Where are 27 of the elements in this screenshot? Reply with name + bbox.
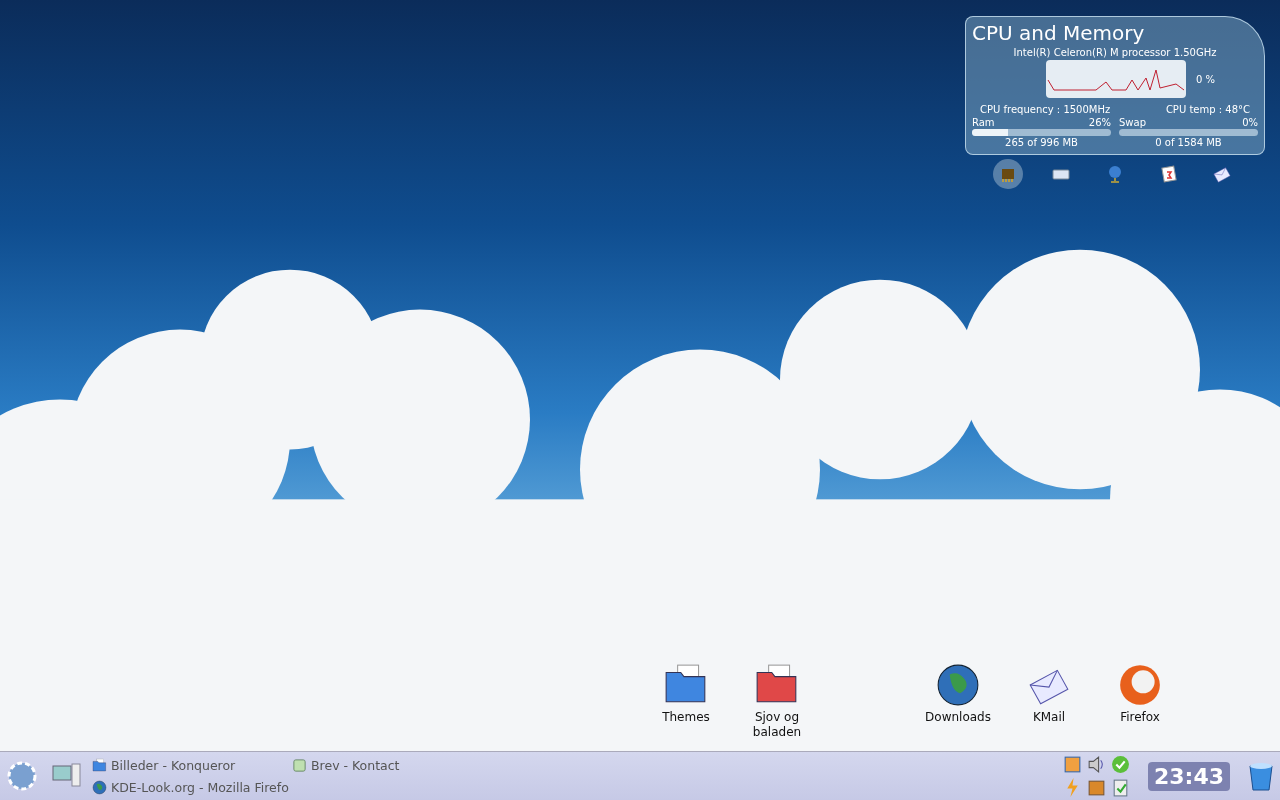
- desktop-icon-label[interactable]: Firefox: [1105, 710, 1175, 725]
- cpu-load: 0 %: [1196, 73, 1216, 85]
- desktop-icon-label[interactable]: KMail: [1014, 710, 1084, 725]
- trash-icon[interactable]: [1246, 760, 1276, 792]
- globe-icon: [92, 779, 107, 795]
- desktop-icon-label[interactable]: Sjov og baladen: [742, 710, 812, 740]
- meter-label: Swap: [1119, 117, 1146, 128]
- desktop-icon-label[interactable]: Themes: [651, 710, 721, 725]
- meter-percent: 26%: [1088, 117, 1111, 128]
- clock: 23:43: [1147, 761, 1230, 791]
- calendar-icon: [1158, 164, 1179, 184]
- task-button[interactable]: KDE-Look.org - Mozilla Firefo: [92, 776, 292, 798]
- globe-icon: [935, 662, 981, 708]
- task-button[interactable]: Billeder - Konqueror: [92, 754, 292, 776]
- widget-title: CPU and Memory: [972, 21, 1146, 45]
- meter-percent: 0%: [1242, 117, 1258, 128]
- check-icon: [1109, 754, 1131, 775]
- meter-detail: 265 of 996 MB: [1004, 137, 1079, 148]
- cpu-temperature: CPU temp : 48°C: [1165, 104, 1250, 115]
- envelope-icon: [1212, 164, 1233, 184]
- task-button[interactable]: Brev - Kontact: [292, 754, 492, 776]
- meter-label: Ram: [972, 117, 995, 128]
- cpu-frequency: CPU frequency : 1500MHz: [980, 104, 1111, 115]
- meter-detail: 0 of 1584 MB: [1154, 137, 1223, 148]
- processor-name: Intel(R) Celeron(R) M processor 1.50GHz: [1012, 47, 1218, 58]
- desktop-icon-label[interactable]: Downloads: [923, 710, 993, 725]
- folder-icon: [92, 757, 107, 773]
